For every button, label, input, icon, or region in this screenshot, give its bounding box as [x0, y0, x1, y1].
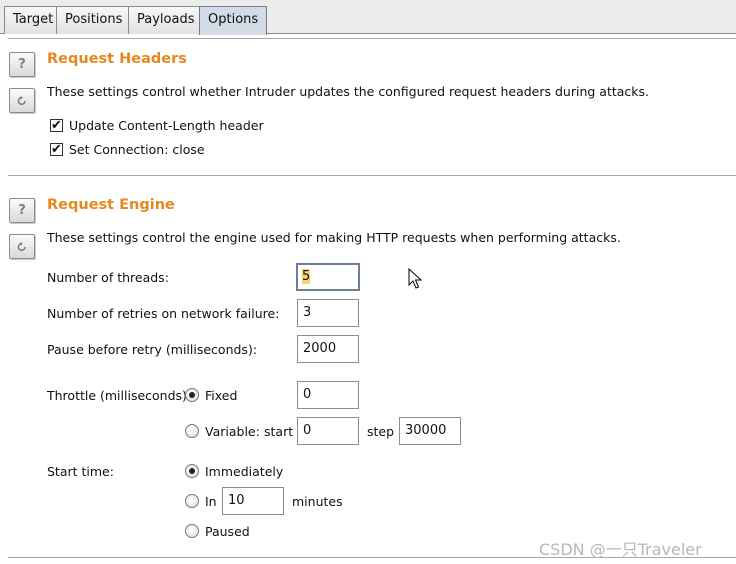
- checkbox-label: Set Connection: close: [69, 142, 205, 157]
- section-description: These settings control the engine used f…: [47, 230, 621, 245]
- throttle-variable-radio[interactable]: [185, 424, 199, 438]
- pause-input[interactable]: 2000: [297, 335, 359, 363]
- tab-options[interactable]: Options: [199, 6, 268, 35]
- checkbox-label: Update Content-Length header: [69, 118, 264, 133]
- throttle-step-label: step: [367, 424, 395, 439]
- start-minutes-label: minutes: [292, 494, 343, 509]
- tab-bar: Target Positions Payloads Options: [0, 0, 736, 35]
- throttle-fixed-radio[interactable]: [185, 388, 199, 402]
- divider: [8, 175, 736, 176]
- throttle-variable-label: Variable:: [205, 424, 260, 439]
- divider: [8, 38, 736, 39]
- options-panel: ? Request Headers These settings control…: [0, 35, 736, 564]
- start-paused-radio[interactable]: [185, 524, 199, 538]
- section-title-request-engine: Request Engine: [47, 197, 175, 213]
- reset-icon[interactable]: [9, 234, 35, 259]
- pause-label: Pause before retry (milliseconds):: [47, 342, 258, 357]
- help-icon[interactable]: ?: [9, 198, 35, 223]
- retries-label: Number of retries on network failure:: [47, 306, 280, 321]
- start-immediately-radio[interactable]: [185, 464, 199, 478]
- throttle-step-input[interactable]: 30000: [399, 417, 461, 445]
- throttle-start-input[interactable]: 0: [297, 417, 359, 445]
- threads-input[interactable]: 5: [296, 263, 360, 291]
- tab-target[interactable]: Target: [4, 6, 63, 34]
- throttle-fixed-input[interactable]: 0: [297, 381, 359, 409]
- tab-payloads[interactable]: Payloads: [128, 6, 204, 34]
- start-in-label: In: [205, 494, 217, 509]
- update-content-length-checkbox[interactable]: ✔: [50, 119, 63, 132]
- threads-value: 5: [302, 269, 311, 284]
- section-description: These settings control whether Intruder …: [47, 84, 650, 99]
- start-paused-label: Paused: [205, 524, 250, 539]
- reset-icon[interactable]: [9, 88, 35, 113]
- start-immediately-label: Immediately: [205, 464, 284, 479]
- start-in-minutes-input[interactable]: 10: [222, 487, 284, 515]
- watermark: CSDN @一只Traveler: [539, 540, 702, 559]
- start-time-label: Start time:: [47, 464, 114, 479]
- help-icon[interactable]: ?: [9, 52, 35, 77]
- start-in-radio[interactable]: [185, 494, 199, 508]
- throttle-label: Throttle (milliseconds):: [47, 388, 192, 403]
- mouse-pointer-icon: [408, 268, 422, 289]
- section-title-request-headers: Request Headers: [47, 51, 187, 67]
- refresh-icon: [17, 242, 26, 251]
- retries-input[interactable]: 3: [297, 299, 359, 327]
- tab-positions[interactable]: Positions: [56, 6, 132, 34]
- throttle-fixed-label: Fixed: [205, 388, 238, 403]
- refresh-icon: [17, 96, 26, 105]
- threads-label: Number of threads:: [47, 270, 169, 285]
- throttle-start-label: start: [264, 424, 294, 439]
- set-connection-close-checkbox[interactable]: ✔: [50, 143, 63, 156]
